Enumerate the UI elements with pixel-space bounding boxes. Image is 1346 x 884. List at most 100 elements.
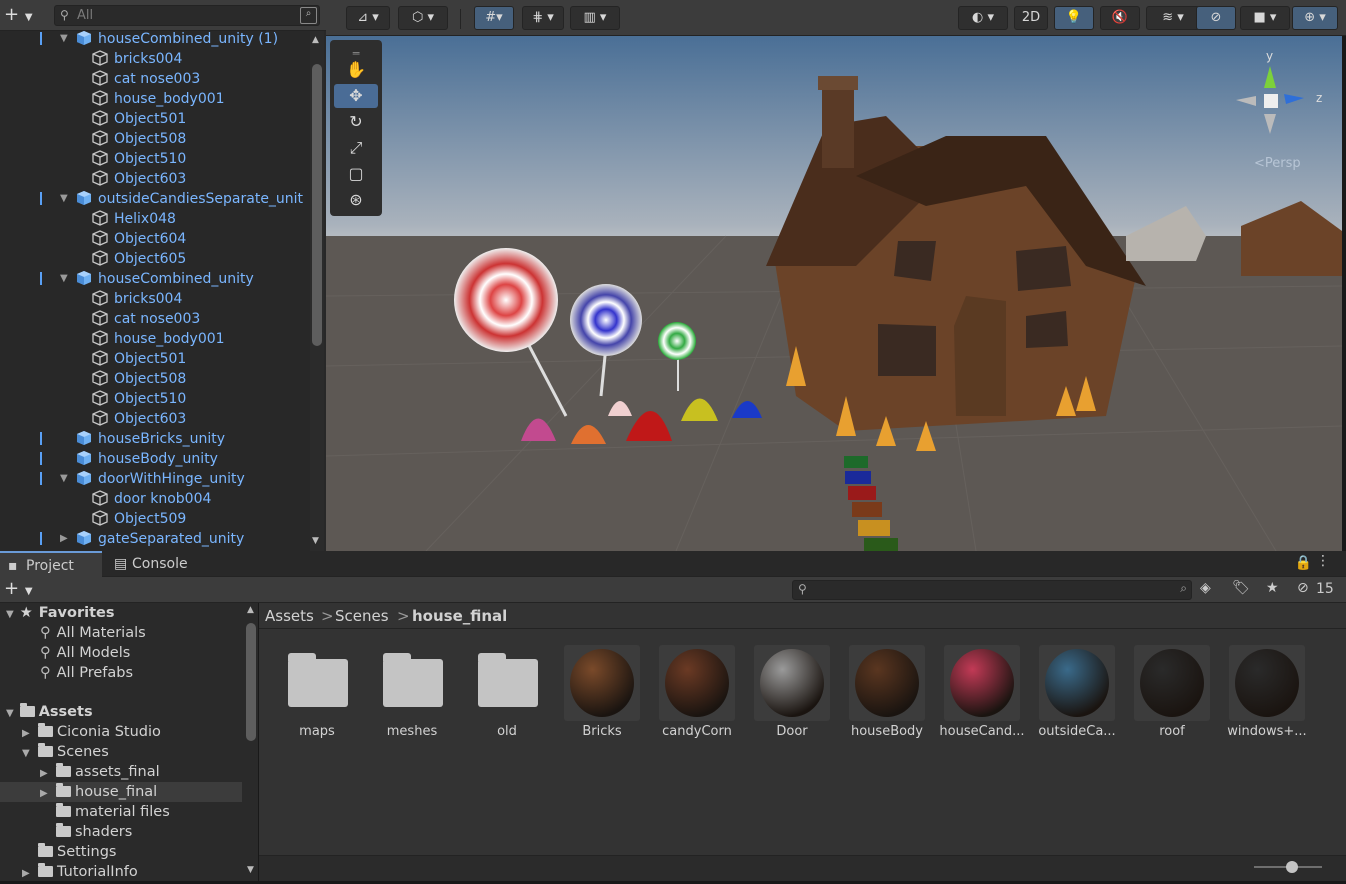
expand-arrow-icon[interactable]: ▶ — [40, 764, 56, 784]
create-dropdown-button[interactable]: + ▼ — [4, 5, 44, 25]
rotate-tool-icon[interactable]: ↻ — [334, 110, 378, 134]
collapse-arrow-icon[interactable]: ▼ — [60, 269, 68, 289]
filter-type-icon[interactable]: ◈ — [1200, 580, 1211, 596]
tree-favorites[interactable]: ▼ ★ Favorites — [6, 603, 114, 623]
grid-visibility-button[interactable]: ▥ ▾ — [570, 6, 620, 30]
filter-label-icon[interactable]: 🏷 — [1232, 580, 1250, 596]
camera-settings-button[interactable]: ■ ▾ — [1240, 6, 1290, 30]
hierarchy-row[interactable]: houseBody_unity — [76, 449, 218, 469]
scroll-down-arrow[interactable]: ▼ — [312, 536, 319, 546]
tree-folder-item[interactable]: ▶ house_final — [0, 782, 242, 802]
hierarchy-row[interactable]: ▶ gateSeparated_unity — [60, 529, 244, 549]
hierarchy-row[interactable]: Object510 — [92, 149, 186, 169]
persp-label[interactable]: <Persp — [1254, 156, 1301, 171]
audio-toggle-icon[interactable]: 🔇 — [1100, 6, 1140, 30]
grid-snap-button[interactable]: #▾ — [474, 6, 514, 30]
icon-size-slider[interactable] — [1254, 861, 1322, 873]
scale-tool-icon[interactable]: ⤢ — [334, 136, 378, 160]
hierarchy-row[interactable]: Object509 — [92, 509, 186, 529]
search-options-icon[interactable]: ⌕ — [1180, 581, 1187, 596]
more-options-icon[interactable]: ⋮ — [1316, 553, 1330, 569]
breadcrumb-current[interactable]: house_final — [412, 607, 507, 625]
tree-folder-item[interactable]: ▼ Scenes — [22, 742, 109, 762]
tree-folder-item[interactable]: ▶ Ciconia Studio — [22, 722, 161, 742]
tab-console[interactable]: ▤ Console — [106, 551, 200, 577]
effects-toggle-button[interactable]: ≋ ▾ — [1146, 6, 1200, 30]
tree-folder-item[interactable]: Settings — [22, 842, 116, 862]
scroll-up-arrow[interactable]: ▲ — [247, 605, 254, 615]
hierarchy-scrollbar[interactable]: ▲ ▼ — [310, 31, 324, 551]
breadcrumb-scenes[interactable]: Scenes — [335, 607, 389, 625]
hierarchy-row[interactable]: cat nose003 — [92, 69, 200, 89]
hierarchy-row[interactable]: Object510 — [92, 389, 186, 409]
hierarchy-row[interactable]: ▼ outsideCandiesSeparate_unit — [60, 189, 303, 209]
expand-arrow-icon[interactable]: ▶ — [22, 724, 38, 744]
hierarchy-row[interactable]: Object604 — [92, 229, 186, 249]
hierarchy-row[interactable]: ▼ houseCombined_unity (1) — [60, 29, 278, 49]
gizmos-button[interactable]: ⊕ ▾ — [1292, 6, 1338, 30]
hierarchy-row[interactable]: ▼ doorWithHinge_unity — [60, 469, 245, 489]
expand-arrow-icon[interactable]: ▶ — [40, 784, 56, 804]
hierarchy-row[interactable]: Object605 — [92, 249, 186, 269]
scrollbar-thumb[interactable] — [246, 623, 256, 741]
hierarchy-row[interactable]: bricks004 — [92, 49, 182, 69]
lighting-toggle-icon[interactable]: 💡 — [1054, 6, 1094, 30]
hierarchy-row[interactable]: ▼ houseCombined_unity — [60, 269, 254, 289]
tree-scrollbar[interactable]: ▲ ▼ — [244, 603, 258, 881]
hidden-packages-icon[interactable]: ⊘ — [1297, 580, 1309, 596]
expand-arrow-icon[interactable] — [40, 804, 56, 824]
hierarchy-row[interactable]: door knob004 — [92, 489, 211, 509]
hierarchy-row[interactable]: Helix048 — [92, 209, 176, 229]
hierarchy-row[interactable]: Object508 — [92, 129, 186, 149]
shading-mode-button[interactable]: ◐ ▾ — [958, 6, 1008, 30]
collapse-arrow-icon[interactable]: ▼ — [6, 609, 14, 620]
scene-visibility-icon[interactable]: ⊘ — [1196, 6, 1236, 30]
hierarchy-row[interactable]: bricks004 — [92, 289, 182, 309]
hierarchy-row[interactable]: Object501 — [92, 349, 186, 369]
tree-favorite-item[interactable]: ⚲ All Prefabs — [40, 663, 133, 683]
expand-arrow-icon[interactable]: ▶ — [60, 529, 68, 549]
collapse-arrow-icon[interactable]: ▼ — [22, 744, 38, 764]
lock-icon[interactable]: 🔒 — [1295, 555, 1312, 571]
hand-tool-icon[interactable]: ✋ — [334, 58, 378, 82]
expand-arrow-icon[interactable]: ▶ — [22, 864, 38, 884]
move-tool-icon[interactable]: ✥ — [334, 84, 378, 108]
tree-folder-item[interactable]: ▶ assets_final — [40, 762, 160, 782]
mode-2d-button[interactable]: 2D — [1014, 6, 1048, 30]
tree-favorite-item[interactable]: ⚲ All Models — [40, 643, 130, 663]
scroll-down-arrow[interactable]: ▼ — [247, 865, 254, 875]
search-mode-button[interactable]: ⌕ — [300, 7, 317, 24]
slider-knob[interactable] — [1286, 861, 1298, 873]
scene-viewport[interactable] — [326, 36, 1342, 551]
project-search-input[interactable]: ⚲ ⌕ — [792, 580, 1192, 600]
favorite-star-icon[interactable]: ★ — [1266, 580, 1279, 596]
tree-folder-item[interactable]: material files — [40, 802, 170, 822]
hierarchy-row[interactable]: house_body001 — [92, 329, 225, 349]
scrollbar-thumb[interactable] — [312, 64, 322, 346]
hierarchy-row[interactable]: cat nose003 — [92, 309, 200, 329]
expand-arrow-icon[interactable] — [22, 844, 38, 864]
snap-increment-button[interactable]: ⋕ ▾ — [522, 6, 564, 30]
hierarchy-row[interactable]: house_body001 — [92, 89, 225, 109]
collapse-arrow-icon[interactable]: ▼ — [60, 469, 68, 489]
tree-favorite-item[interactable]: ⚲ All Materials — [40, 623, 146, 643]
rect-tool-icon[interactable]: ▢ — [334, 162, 378, 186]
draw-mode-button[interactable]: ⊿ ▾ — [346, 6, 390, 30]
project-create-button[interactable]: + ▼ — [4, 579, 44, 599]
expand-arrow-icon[interactable] — [40, 824, 56, 844]
collapse-arrow-icon[interactable]: ▼ — [60, 189, 68, 209]
collapse-arrow-icon[interactable]: ▼ — [60, 29, 68, 49]
hierarchy-row[interactable]: Object508 — [92, 369, 186, 389]
hierarchy-row[interactable]: Object603 — [92, 169, 186, 189]
hierarchy-search-input[interactable]: ⚲ All ⌕ — [54, 5, 320, 26]
scroll-up-arrow[interactable]: ▲ — [312, 35, 319, 45]
hierarchy-row[interactable]: houseBricks_unity — [76, 429, 225, 449]
hierarchy-row[interactable]: Object603 — [92, 409, 186, 429]
tree-folder-item[interactable]: shaders — [40, 822, 132, 842]
transform-tool-icon[interactable]: ⊛ — [334, 188, 378, 212]
hierarchy-row[interactable]: Object501 — [92, 109, 186, 129]
collapse-arrow-icon[interactable]: ▼ — [6, 708, 14, 719]
render-mode-button[interactable]: ⬡ ▾ — [398, 6, 448, 30]
tree-assets[interactable]: ▼ Assets — [6, 702, 93, 722]
tab-project[interactable]: ▪ Project — [0, 551, 102, 577]
